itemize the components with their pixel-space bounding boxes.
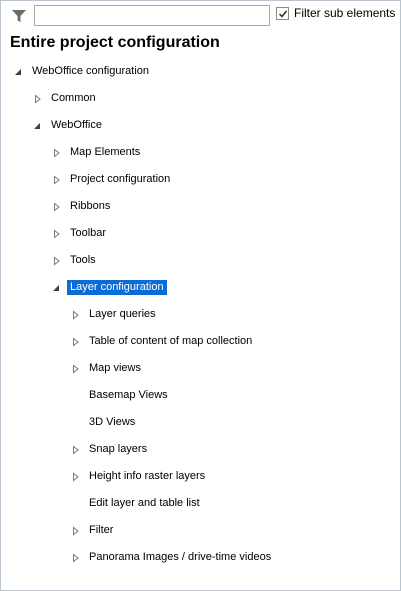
tree-item[interactable]: Common (1, 88, 400, 110)
tree-item[interactable]: Toolbar (1, 223, 400, 245)
filter-bar: Filter sub elements (1, 1, 400, 31)
tree-item-label[interactable]: Basemap Views (86, 388, 171, 403)
tree-item-label[interactable]: Layer configuration (67, 280, 167, 295)
tree-item[interactable]: Height info raster layers (1, 466, 400, 488)
tree-item-label[interactable]: Height info raster layers (86, 469, 208, 484)
tree-item[interactable]: Layer queries (1, 304, 400, 326)
tree-item-label[interactable]: Snap layers (86, 442, 150, 457)
tree-item[interactable]: Map views (1, 358, 400, 380)
triangle-right-icon[interactable] (70, 525, 82, 537)
tree-item[interactable]: WebOffice configuration (1, 61, 400, 83)
triangle-right-icon[interactable] (51, 201, 63, 213)
funnel-icon (11, 8, 27, 24)
tree-item[interactable]: Basemap Views (1, 385, 400, 407)
triangle-right-icon[interactable] (70, 336, 82, 348)
triangle-down-right-icon[interactable] (32, 120, 44, 132)
triangle-down-right-icon[interactable] (51, 282, 63, 294)
tree-item-label[interactable]: WebOffice (48, 118, 105, 133)
tree-item[interactable]: WebOffice (1, 115, 400, 137)
triangle-right-icon[interactable] (51, 255, 63, 267)
tree-item[interactable]: 3D Views (1, 412, 400, 434)
tree-item[interactable]: Ribbons (1, 196, 400, 218)
tree-item-label[interactable]: Map Elements (67, 145, 143, 160)
filter-sub-elements-label[interactable]: Filter sub elements (294, 6, 395, 20)
tree-item[interactable]: Edit layer and table list (1, 493, 400, 515)
tree-item-label[interactable]: Common (48, 91, 99, 106)
tree-item-label[interactable]: WebOffice configuration (29, 64, 152, 79)
tree-item[interactable]: Layer configuration (1, 277, 400, 299)
triangle-right-icon[interactable] (51, 228, 63, 240)
triangle-right-icon[interactable] (70, 309, 82, 321)
filter-sub-elements-checkbox[interactable] (276, 7, 289, 20)
tree-item[interactable]: Snap layers (1, 439, 400, 461)
triangle-right-icon[interactable] (51, 147, 63, 159)
tree-item[interactable]: Tools (1, 250, 400, 272)
tree-item-label[interactable]: Tools (67, 253, 99, 268)
tree-item[interactable]: Project configuration (1, 169, 400, 191)
checkmark-icon (278, 10, 288, 18)
triangle-right-icon[interactable] (70, 444, 82, 456)
tree-item-label[interactable]: Ribbons (67, 199, 113, 214)
tree-item-label[interactable]: Filter (86, 523, 116, 538)
filter-input[interactable] (34, 5, 270, 26)
tree-item-label[interactable]: Layer queries (86, 307, 159, 322)
tree-item[interactable]: Table of content of map collection (1, 331, 400, 353)
tree-item-label[interactable]: Map views (86, 361, 144, 376)
tree-item-label[interactable]: 3D Views (86, 415, 138, 430)
tree-item-label[interactable]: Table of content of map collection (86, 334, 255, 349)
tree-item[interactable]: Panorama Images / drive-time videos (1, 547, 400, 569)
tree-item[interactable]: Map Elements (1, 142, 400, 164)
tree-item[interactable]: Filter (1, 520, 400, 542)
triangle-down-right-icon[interactable] (13, 66, 25, 78)
tree-item-label[interactable]: Panorama Images / drive-time videos (86, 550, 274, 565)
triangle-right-icon[interactable] (51, 174, 63, 186)
triangle-right-icon[interactable] (32, 93, 44, 105)
triangle-right-icon[interactable] (70, 552, 82, 564)
triangle-right-icon[interactable] (70, 363, 82, 375)
page-title: Entire project configuration (10, 34, 220, 51)
triangle-right-icon[interactable] (70, 471, 82, 483)
tree-item-label[interactable]: Toolbar (67, 226, 109, 241)
configuration-panel: Filter sub elements Entire project confi… (0, 0, 401, 591)
tree-item-label[interactable]: Project configuration (67, 172, 173, 187)
tree-item-label[interactable]: Edit layer and table list (86, 496, 203, 511)
